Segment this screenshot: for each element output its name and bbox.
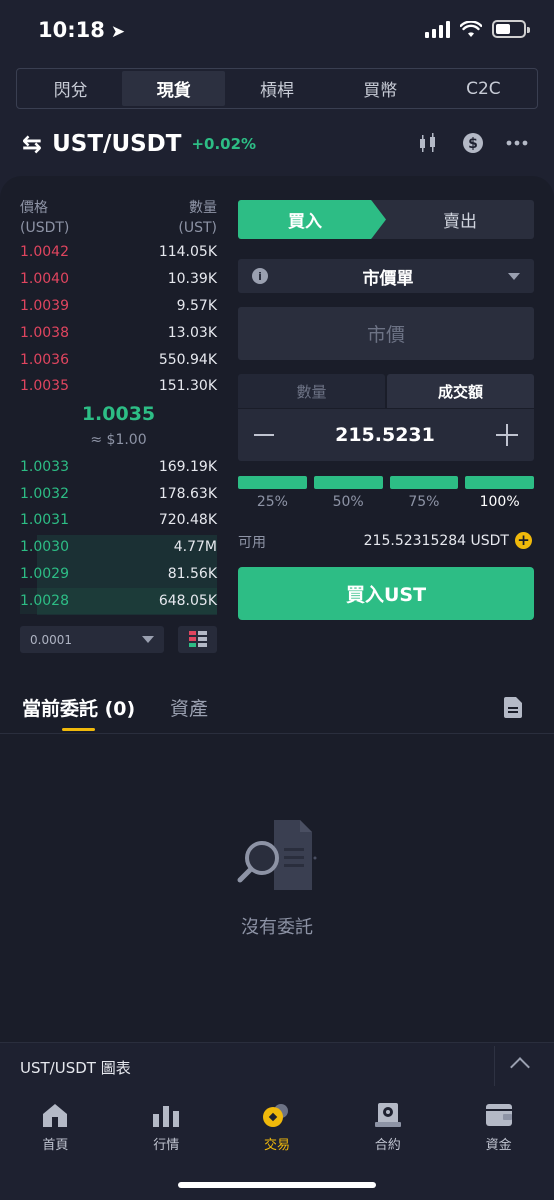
cellular-signal-icon [425,20,450,38]
ask-row[interactable]: 1.0042 114.05K [20,239,217,265]
nav-label: 交易 [263,1138,290,1153]
chart-drawer-label: UST/USDT 圖表 [20,1059,131,1077]
location-arrow-icon: ➤ [110,22,126,42]
ask-row[interactable]: 1.0036 550.94K [20,347,217,373]
amount-stepper: 215.5231 [238,409,534,461]
wifi-icon [460,20,482,37]
available-balance: 215.52315284 USDT + [364,532,532,549]
nav-label: 首頁 [42,1138,69,1153]
percent-slider[interactable] [238,476,534,489]
dollar-coin-icon[interactable]: $ [462,132,484,154]
tab-buy[interactable]: 買入 [238,200,386,239]
no-orders-icon [236,818,320,898]
tab-assets[interactable]: 資產 [170,694,208,721]
tab-convert[interactable]: 閃兌 [19,71,122,106]
nav-label: 資金 [485,1138,512,1153]
battery-icon [492,20,530,38]
tab-spot[interactable]: 現貨 [122,71,226,106]
svg-text:$: $ [468,136,478,152]
markets-icon [153,1106,180,1127]
ask-row[interactable]: 1.0039 9.57K [20,293,217,319]
chevron-down-icon [508,272,520,280]
price-field[interactable]: 市價 [238,307,534,360]
percent-step-25[interactable] [238,476,307,489]
empty-state-text: 沒有委託 [241,917,313,938]
pair-selector[interactable]: ⇆ UST/USDT +0.02% [22,130,256,158]
last-price-usd: ≈ $1.00 [90,432,147,448]
info-icon[interactable]: i [252,268,268,284]
orderbook-layout-icon [188,631,207,647]
tab-buy-crypto[interactable]: 買幣 [329,71,432,106]
tab-quantity[interactable]: 數量 [238,374,385,408]
bid-row[interactable]: 1.0028 648.05K [20,588,217,614]
order-type-value: 市價單 [362,268,414,289]
precision-select[interactable]: 0.0001 [20,626,164,653]
percent-labels: 25% 50% 75% 100% [238,494,534,510]
ask-row[interactable]: 1.0035 151.30K [20,373,217,399]
order-history-icon[interactable] [504,697,522,722]
available-value: 215.52315284 USDT [363,532,509,549]
bid-row[interactable]: 1.0031 720.48K [20,507,217,533]
status-time: 10:18 ➤ [38,18,126,42]
orderbook-layout-button[interactable] [178,626,217,653]
tab-open-orders[interactable]: 當前委託 (0) [22,694,135,721]
active-tab-indicator [62,728,95,731]
bid-row[interactable]: 1.0032 178.63K [20,481,217,507]
nav-assets[interactable]: 資金 [443,1090,554,1200]
amount-input[interactable]: 215.5231 [335,424,435,446]
swap-icon: ⇆ [22,130,43,158]
futures-icon [374,1103,401,1127]
status-icons [425,20,530,38]
bid-row[interactable]: 1.0030 4.77M [20,534,217,560]
tab-sell[interactable]: 賣出 [372,200,534,239]
market-type-tabs: 閃兌 現貨 槓桿 買幣 C2C [16,68,538,109]
tab-amount[interactable]: 成交額 [387,374,534,408]
percent-label[interactable]: 75% [390,494,459,510]
percent-label[interactable]: 100% [465,494,534,510]
qty-header: 數量 (UST) [178,200,217,236]
minus-icon[interactable] [254,434,274,436]
nav-label: 行情 [153,1138,180,1153]
buy-sell-toggle: 買入 賣出 [238,200,534,239]
available-label: 可用 [238,535,266,551]
nav-label: 合約 [374,1138,401,1153]
nav-home[interactable]: 首頁 [0,1090,111,1200]
order-type-select[interactable]: i 市價單 [238,259,534,293]
chevron-down-icon [142,636,154,643]
percent-step-50[interactable] [313,476,383,489]
precision-value: 0.0001 [30,632,72,647]
wallet-icon [485,1104,512,1126]
last-price: 1.0035 [81,403,156,425]
candlestick-chart-icon[interactable] [418,132,440,154]
pair-name: UST/USDT [52,131,182,157]
price-header: 價格 (USDT) [20,200,70,236]
bid-row[interactable]: 1.0029 81.56K [20,561,217,587]
more-icon[interactable] [506,132,528,154]
home-icon [43,1104,68,1127]
bid-row[interactable]: 1.0033 169.19K [20,454,217,480]
divider [0,733,554,734]
home-indicator [178,1182,376,1188]
tab-margin[interactable]: 槓桿 [225,71,328,106]
ask-row[interactable]: 1.0040 10.39K [20,266,217,292]
pair-actions: $ [418,132,528,154]
qty-amount-tabs: 數量 成交額 [238,374,534,408]
plus-icon[interactable] [495,424,518,446]
ask-row[interactable]: 1.0038 13.03K [20,320,217,346]
trade-icon [262,1104,288,1127]
percent-step-75[interactable] [389,476,459,489]
divider [494,1046,495,1086]
deposit-plus-icon[interactable]: + [515,532,532,549]
percent-label[interactable]: 25% [238,494,307,510]
percent-label[interactable]: 50% [314,494,383,510]
pair-change: +0.02% [191,135,257,153]
buy-submit-button[interactable]: 買入UST [238,567,534,620]
percent-step-100[interactable] [465,476,534,489]
tab-c2c[interactable]: C2C [432,71,535,106]
